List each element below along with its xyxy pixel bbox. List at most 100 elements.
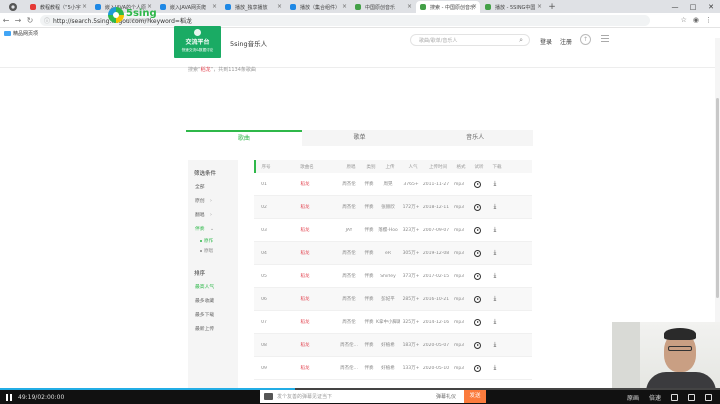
settings-icon[interactable] <box>688 394 695 401</box>
cell-uploader[interactable]: Shirley <box>376 274 400 279</box>
volume-icon[interactable] <box>671 394 678 401</box>
tab-label: 播放（集合组件） <box>300 4 341 11</box>
fullscreen-icon[interactable] <box>705 394 712 401</box>
danmaku-send-button[interactable]: 发送 <box>464 390 486 403</box>
browser-menu-icon[interactable] <box>0 1 26 13</box>
cell-date: 2014-12-16 <box>422 319 450 325</box>
danmaku-toggle-icon[interactable] <box>264 393 273 400</box>
download-icon[interactable]: ⤓ <box>486 364 504 372</box>
download-icon[interactable]: ⤓ <box>486 180 504 188</box>
new-tab-button[interactable]: + <box>546 1 558 13</box>
download-icon[interactable]: ⤓ <box>486 226 504 234</box>
sort-downloads[interactable]: 最多下载 <box>188 309 238 323</box>
play-icon[interactable] <box>473 203 481 211</box>
song-link[interactable]: 稻龙 <box>274 319 336 325</box>
browser-tab[interactable]: 播放 - 5SING中国 × <box>481 1 545 13</box>
browser-tab[interactable]: 中国原创音乐 × <box>351 1 415 13</box>
menu-icon[interactable] <box>601 35 609 43</box>
result-suffix: ”，共到1134条歌曲 <box>210 67 256 73</box>
upload-icon[interactable]: ↑ <box>580 34 591 45</box>
back-icon[interactable]: ← <box>0 16 12 25</box>
cell-uploader[interactable]: 好植希 <box>376 342 400 348</box>
site-logo[interactable]: 5sing 中国原创音乐基地 <box>108 7 157 23</box>
browser-tab[interactable]: 播放_独享播放 × <box>221 1 285 13</box>
play-icon[interactable] <box>473 249 481 257</box>
browser-tab[interactable]: 嵌入JAVA网页爬 × <box>156 1 220 13</box>
reload-icon[interactable]: ↻ <box>24 16 36 25</box>
play-icon[interactable] <box>473 295 481 303</box>
browser-tab[interactable]: 搜索 - 中国原创音乐 × <box>416 1 480 13</box>
play-icon[interactable] <box>473 364 481 372</box>
download-icon[interactable]: ⤓ <box>486 341 504 349</box>
speed-button[interactable]: 倍速 <box>649 393 661 402</box>
download-icon[interactable]: ⤓ <box>486 249 504 257</box>
cell-uploader[interactable]: 彭妃平 <box>376 296 400 302</box>
danmaku-input[interactable]: 发个友善的弹幕见证当下 <box>277 393 436 400</box>
cell-uploader[interactable]: K拿中小脚踢 <box>376 319 400 325</box>
filter-accompaniment-label: 伴奏 <box>195 227 205 232</box>
tab-musicians[interactable]: 音乐人 <box>417 130 533 146</box>
song-link[interactable]: 稻龙 <box>274 250 336 256</box>
play-icon[interactable] <box>473 180 481 188</box>
profile-icon[interactable]: ◉ <box>693 16 699 24</box>
play-icon[interactable] <box>473 272 481 280</box>
download-icon[interactable]: ⤓ <box>486 318 504 326</box>
bookmark-item[interactable]: 精品网页项 <box>4 30 38 37</box>
close-tab-icon[interactable]: × <box>212 3 217 10</box>
close-tab-icon[interactable]: × <box>407 3 412 10</box>
close-window-button[interactable]: ✕ <box>702 0 720 13</box>
sort-popular[interactable]: 最高人气 <box>188 281 238 295</box>
promo-banner[interactable]: 交流平台 快速交流&数据讨论 <box>174 26 221 58</box>
play-icon[interactable] <box>473 341 481 349</box>
play-icon[interactable] <box>473 226 481 234</box>
close-tab-icon[interactable]: × <box>472 3 477 10</box>
song-link[interactable]: 稻龙 <box>274 273 336 279</box>
cell-uploader[interactable]: 好植希 <box>376 365 400 371</box>
more-icon[interactable]: ⋮ <box>705 16 712 24</box>
close-tab-icon[interactable]: × <box>537 3 542 10</box>
download-icon[interactable]: ⤓ <box>486 203 504 211</box>
sort-favorites[interactable]: 最多收藏 <box>188 295 238 309</box>
site-name-link[interactable]: 5sing音乐人 <box>230 38 267 48</box>
filter-original[interactable]: 原创 › <box>188 195 238 209</box>
star-icon[interactable]: ☆ <box>681 16 687 24</box>
sort-newest[interactable]: 最新上传 <box>188 323 238 337</box>
danmaku-etiquette-link[interactable]: 弹幕礼仪 <box>436 393 456 400</box>
filter-sub-item[interactable]: 原作 <box>188 237 238 247</box>
register-link[interactable]: 注册 <box>560 37 572 46</box>
cell-uploader[interactable]: eR <box>376 251 400 256</box>
login-link[interactable]: 登录 <box>540 37 552 46</box>
browser-tab[interactable]: 教程教程（“5小字 × <box>26 1 90 13</box>
filter-all[interactable]: 全部 <box>188 181 238 195</box>
quality-button[interactable]: 原画 <box>627 393 639 402</box>
search-icon[interactable]: ⌕ <box>519 36 523 45</box>
song-link[interactable]: 稻龙 <box>274 227 336 233</box>
song-link[interactable]: 稻龙 <box>274 296 336 302</box>
filter-sub-item[interactable]: 原唱 <box>188 247 238 257</box>
close-tab-icon[interactable]: × <box>82 3 87 10</box>
play-icon[interactable] <box>473 318 481 326</box>
cell-singer: 周杰伦 <box>342 251 356 256</box>
close-tab-icon[interactable]: × <box>277 3 282 10</box>
tab-songs[interactable]: 歌曲 <box>186 130 302 146</box>
download-icon[interactable]: ⤓ <box>486 295 504 303</box>
song-link[interactable]: 稻龙 <box>274 204 336 210</box>
browser-tab[interactable]: 播放（集合组件） × <box>286 1 350 13</box>
forward-icon[interactable]: → <box>12 16 24 25</box>
song-link[interactable]: 稻龙 <box>274 342 336 348</box>
download-icon[interactable]: ⤓ <box>486 272 504 280</box>
close-tab-icon[interactable]: × <box>342 3 347 10</box>
search-input[interactable]: 歌曲/歌单/音乐人 ⌕ <box>410 34 530 46</box>
minimize-button[interactable]: — <box>666 0 684 13</box>
maximize-button[interactable]: □ <box>684 0 702 13</box>
song-link[interactable]: 稻龙 <box>274 365 336 371</box>
cell-uploader[interactable]: 落樱-Hoo <box>376 227 400 233</box>
song-link[interactable]: 稻龙 <box>274 181 336 187</box>
cell-uploader[interactable]: 张赫欣 <box>376 204 400 210</box>
scrollbar-thumb[interactable] <box>716 98 719 298</box>
pause-icon[interactable] <box>6 394 12 401</box>
tab-playlists[interactable]: 歌单 <box>302 130 418 146</box>
cell-uploader[interactable]: 周晃 <box>376 181 400 187</box>
filter-cover[interactable]: 翻唱 › <box>188 209 238 223</box>
filter-accompaniment[interactable]: 伴奏 ⌄ <box>188 223 238 237</box>
